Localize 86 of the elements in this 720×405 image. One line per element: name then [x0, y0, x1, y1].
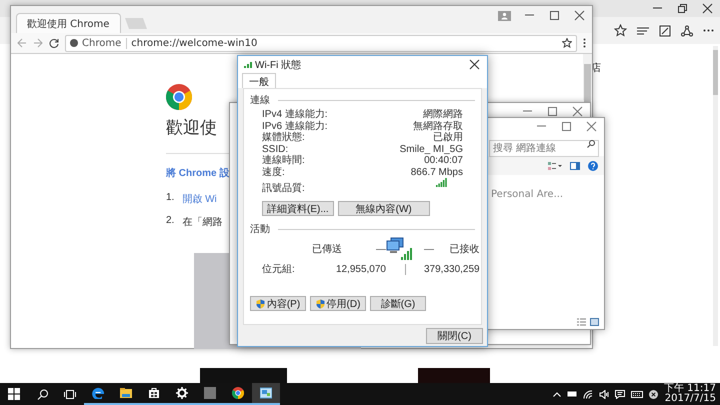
star-icon[interactable]	[614, 24, 627, 37]
maximize-icon[interactable]	[549, 10, 560, 21]
field-label: 已接收	[450, 242, 480, 256]
dialog-button[interactable]: 詳細資料(E)...	[262, 201, 334, 216]
step-number: 1.	[166, 192, 174, 205]
battery-icon[interactable]	[567, 391, 577, 397]
large-icons-view-icon[interactable]	[590, 318, 599, 326]
field-value: Smile_ MI_5G	[400, 144, 463, 155]
photo-placeholder	[204, 387, 216, 399]
close-icon[interactable]	[574, 10, 585, 21]
chrome-logo-icon	[232, 387, 244, 399]
signal-bars-icon	[436, 178, 447, 187]
gear-icon	[176, 387, 188, 399]
field-label: 連線時間:	[262, 155, 305, 166]
step-link[interactable]: 開啟 Wi	[182, 192, 217, 206]
search-field[interactable]: 搜尋 網路連線	[489, 140, 599, 157]
restore-icon[interactable]	[677, 3, 688, 14]
user-icon[interactable]	[498, 10, 511, 20]
group-heading: 活動	[250, 223, 270, 236]
scrollbar[interactable]	[583, 54, 592, 100]
close-icon[interactable]	[469, 59, 480, 70]
site-icon	[70, 39, 78, 47]
computer-network-icon	[386, 237, 414, 261]
keyboard-icon[interactable]	[631, 390, 643, 398]
message-icon[interactable]	[615, 390, 625, 398]
group-heading: 連線	[250, 94, 270, 107]
dialog-button[interactable]: 停用(D)	[310, 296, 366, 311]
step-text: 在「網路	[182, 216, 222, 229]
details-view-icon[interactable]	[577, 318, 586, 326]
windows-logo-icon[interactable]	[8, 388, 20, 400]
search-icon[interactable]	[36, 388, 48, 400]
pen-square-icon[interactable]	[659, 24, 671, 36]
clock[interactable]: 下午 11:17 2017/7/15	[664, 384, 716, 404]
dialog-tab[interactable]: 一般	[242, 73, 276, 88]
field-value: 866.7 Mbps	[410, 166, 463, 178]
step-number: 2.	[166, 215, 174, 228]
task-view-icon[interactable]	[64, 388, 76, 400]
window-title: Wi-Fi 狀態	[255, 58, 302, 72]
maximize-icon[interactable]	[561, 121, 572, 132]
item-label: Personal Are...	[490, 188, 564, 200]
address-bar[interactable]: Chrome chrome://welcome-win10	[65, 34, 577, 52]
browser-e-icon	[92, 387, 104, 399]
field-label: 位元組:	[262, 263, 296, 276]
wifi-icon[interactable]	[583, 390, 593, 398]
shopping-bag-icon	[148, 387, 160, 399]
view-options-icon[interactable]	[548, 162, 562, 170]
field-value: 379,330,259	[424, 264, 480, 274]
search-icon[interactable]	[587, 140, 595, 148]
field-label: SSID:	[262, 144, 288, 154]
field-value: 00:40:07	[424, 155, 463, 166]
folder-icon	[120, 387, 132, 399]
dialog-button[interactable]: 無線內容(W)	[338, 201, 430, 216]
field-label: 媒體狀態:	[262, 132, 305, 144]
more-icon[interactable]	[583, 38, 586, 48]
close-button[interactable]: 關閉(C)	[426, 328, 483, 344]
chrome-logo-icon	[166, 84, 192, 110]
field-label: IPv4 連線能力:	[262, 109, 328, 120]
menu-lines-icon[interactable]	[637, 26, 649, 36]
close-circle-icon[interactable]	[649, 390, 658, 398]
network-window-icon	[260, 387, 272, 399]
maximize-icon[interactable]	[547, 106, 558, 117]
browser-tab[interactable]: 歡迎使用 Chrome	[16, 13, 121, 33]
help-icon[interactable]	[588, 160, 598, 170]
dialog-button[interactable]: 內容(P)	[250, 296, 306, 311]
close-icon[interactable]	[702, 3, 713, 14]
shield-icon	[256, 298, 265, 308]
signal-bars-icon	[244, 62, 252, 68]
dialog-button[interactable]: 診斷(G)	[370, 296, 426, 311]
scrollbar[interactable]	[713, 46, 718, 346]
shield-icon	[316, 298, 325, 308]
more-icon[interactable]	[703, 29, 714, 32]
chevron-up-icon[interactable]	[553, 392, 561, 396]
preview-pane-icon[interactable]	[570, 162, 580, 170]
field-value: 網際網路	[423, 109, 463, 120]
share-icon[interactable]	[681, 24, 693, 36]
field-label: 速度:	[262, 166, 285, 178]
field-value: 已啟用	[433, 132, 463, 144]
star-icon[interactable]	[562, 38, 572, 48]
field-label: 已傳送	[312, 243, 342, 256]
reload-icon[interactable]	[49, 38, 59, 48]
taskbar-app[interactable]	[252, 383, 280, 405]
field-value: 12,955,070	[334, 264, 386, 274]
field-value: 無網路存取	[413, 120, 463, 132]
speaker-icon[interactable]	[599, 390, 609, 398]
field-label: 訊號品質:	[262, 182, 305, 194]
field-label: IPv6 連線能力:	[262, 120, 328, 132]
